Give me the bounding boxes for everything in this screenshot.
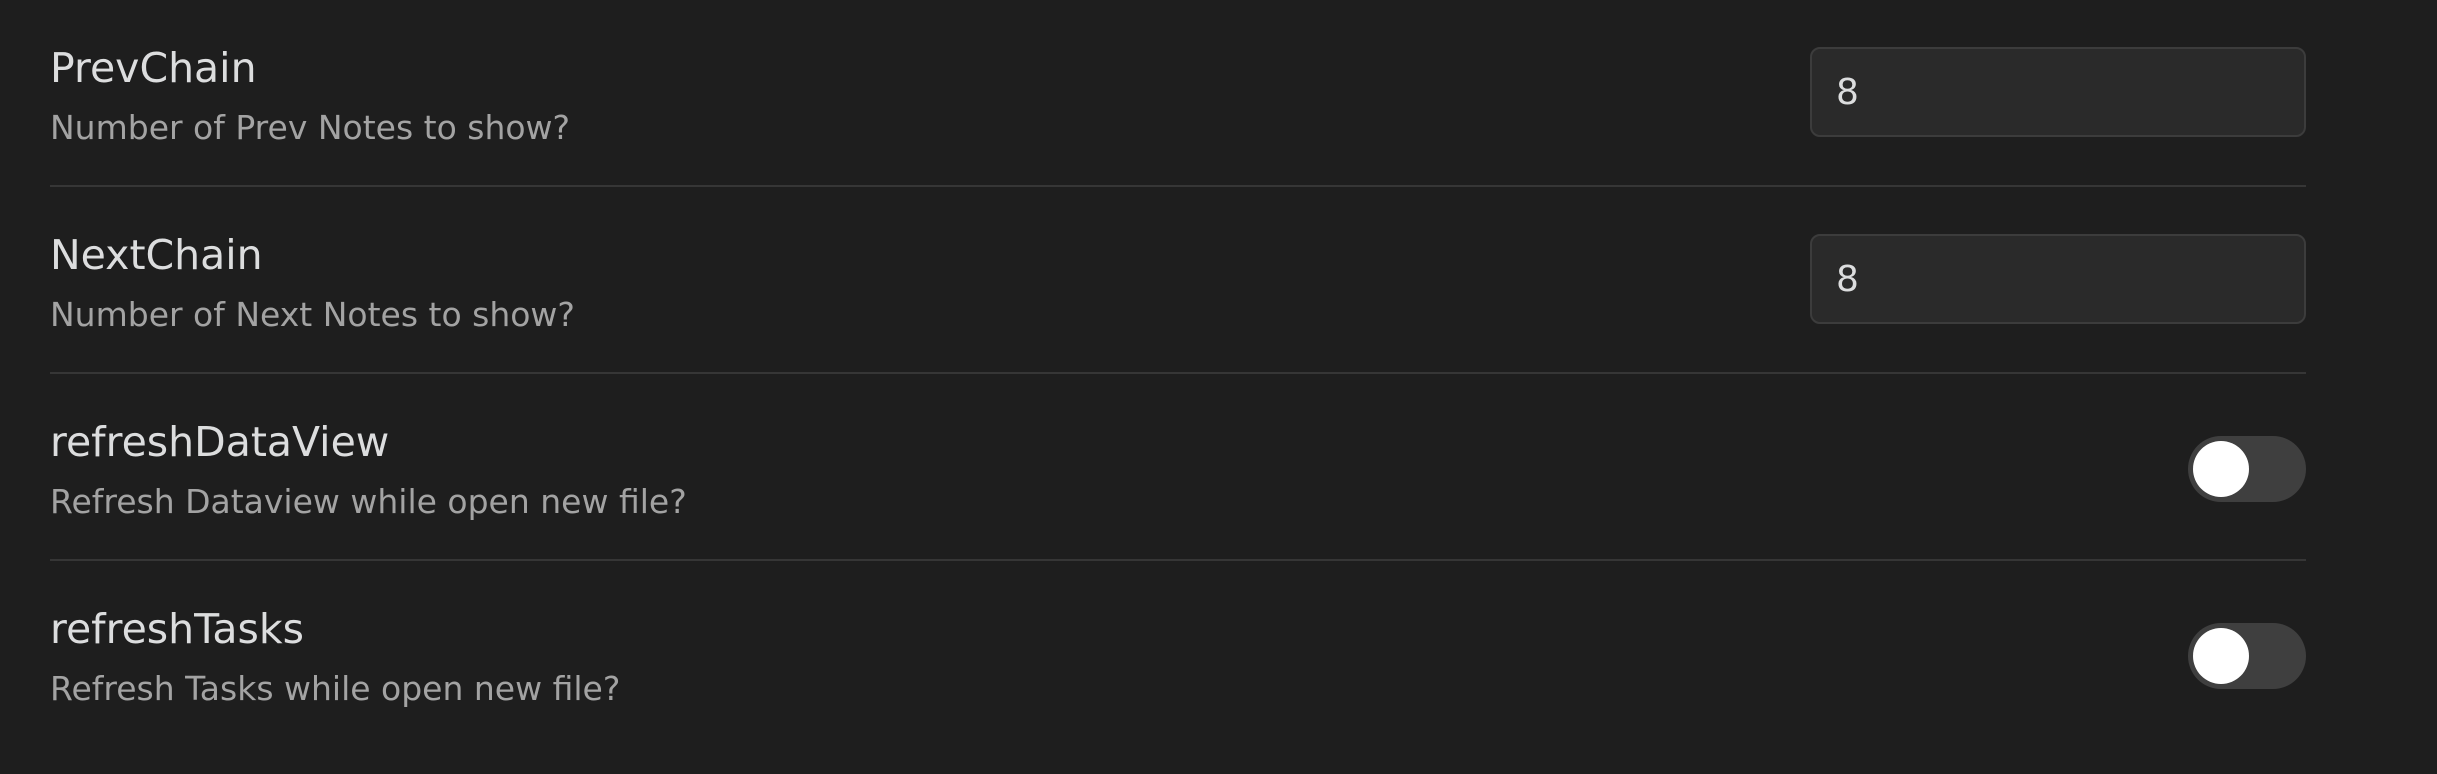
nextchain-input[interactable] xyxy=(1810,234,2306,324)
refreshtasks-toggle[interactable] xyxy=(2188,623,2306,689)
setting-item-prevchain: PrevChain Number of Prev Notes to show? xyxy=(50,0,2306,187)
setting-name: NextChain xyxy=(50,231,263,279)
setting-name: PrevChain xyxy=(50,44,257,92)
refreshdataview-toggle[interactable] xyxy=(2188,436,2306,502)
setting-description: Number of Prev Notes to show? xyxy=(50,108,571,147)
setting-item-nextchain: NextChain Number of Next Notes to show? xyxy=(50,187,2306,374)
setting-name: refreshTasks xyxy=(50,605,304,653)
setting-description: Refresh Tasks while open new file? xyxy=(50,669,621,708)
settings-panel: PrevChain Number of Prev Notes to show? … xyxy=(0,0,2437,774)
setting-item-refreshtasks: refreshTasks Refresh Tasks while open ne… xyxy=(50,561,2306,748)
setting-item-refreshdataview: refreshDataView Refresh Dataview while o… xyxy=(50,374,2306,561)
prevchain-input[interactable] xyxy=(1810,47,2306,137)
setting-description: Refresh Dataview while open new file? xyxy=(50,482,687,521)
toggle-knob xyxy=(2193,628,2249,684)
setting-description: Number of Next Notes to show? xyxy=(50,295,575,334)
toggle-knob xyxy=(2193,441,2249,497)
setting-name: refreshDataView xyxy=(50,418,390,466)
